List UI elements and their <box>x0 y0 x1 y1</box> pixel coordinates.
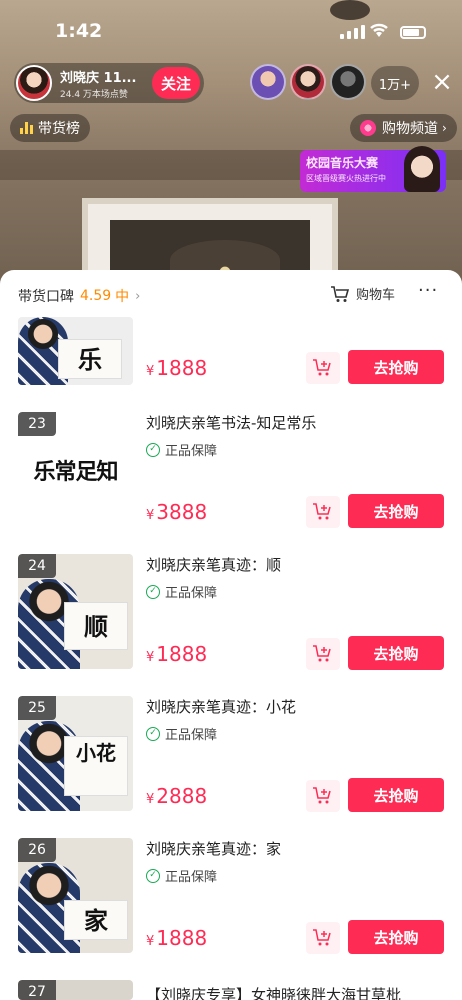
viewer-count[interactable]: 1万+ <box>371 66 419 100</box>
viewer-avatar[interactable] <box>250 64 286 100</box>
authenticity-guarantee: ✓ 正品保障 <box>146 582 217 601</box>
add-cart-icon <box>313 645 331 662</box>
add-to-cart-button[interactable] <box>306 496 340 528</box>
host-name: 刘晓庆 11... <box>60 70 137 86</box>
calligraphy-paper: 家 <box>64 900 128 940</box>
shopping-channel-icon <box>360 120 376 136</box>
rank-label: 带货榜 <box>38 121 80 137</box>
add-cart-icon <box>313 787 331 804</box>
product-item[interactable]: 27 【刘晓庆专享】女神晓徕胖大海甘草枇 <box>0 980 462 1000</box>
product-item[interactable]: 26 家 刘晓庆亲笔真迹：家 ✓ 正品保障 ¥1888 去抢购 <box>0 838 462 978</box>
calligraphy-paper: 顺 <box>64 602 128 650</box>
product-title[interactable]: 刘晓庆亲笔真迹：小花 <box>146 696 296 717</box>
product-title[interactable]: 刘晓庆亲笔书法-知足常乐 <box>146 412 316 433</box>
add-cart-icon <box>313 503 331 520</box>
status-bar: 1:42 <box>0 0 462 60</box>
check-circle-icon: ✓ <box>146 726 160 741</box>
product-sheet[interactable]: 带货口碑 4.59 中 › 购物车 ··· 乐 ¥1888 去抢购 23 乐常足… <box>0 270 462 1000</box>
product-price: ¥1888 <box>146 642 208 666</box>
check-circle-icon: ✓ <box>146 584 160 599</box>
authenticity-guarantee: ✓ 正品保障 <box>146 440 217 459</box>
authenticity-guarantee: ✓ 正品保障 <box>146 866 217 885</box>
sales-rank-chip[interactable]: 带货榜 <box>10 114 90 142</box>
product-item[interactable]: 25 小花 刘晓庆亲笔真迹：小花 ✓ 正品保障 ¥2888 去抢购 <box>0 696 462 836</box>
close-icon[interactable]: × <box>428 68 456 96</box>
host-avatar[interactable] <box>16 65 52 101</box>
host-info[interactable]: 刘晓庆 11... 24.4 万本场点赞 关注 <box>14 63 204 103</box>
signal-icon <box>340 25 365 39</box>
product-number: 25 <box>18 696 56 720</box>
product-thumbnail[interactable]: 23 乐常足知 <box>18 412 133 527</box>
buy-now-button[interactable]: 去抢购 <box>348 778 444 812</box>
buy-now-button[interactable]: 去抢购 <box>348 494 444 528</box>
product-price: ¥1888 <box>146 356 208 380</box>
product-title[interactable]: 刘晓庆亲笔真迹：顺 <box>146 554 281 575</box>
product-title[interactable]: 刘晓庆亲笔真迹：家 <box>146 838 281 859</box>
music-contest-banner[interactable]: 校园音乐大赛 区域晋级赛火热进行中 <box>300 146 446 192</box>
check-circle-icon: ✓ <box>146 868 160 883</box>
calligraphy-paper: 乐 <box>58 339 122 379</box>
add-cart-icon <box>313 929 331 946</box>
product-item[interactable]: 乐 ¥1888 去抢购 <box>0 270 462 410</box>
check-circle-icon: ✓ <box>146 442 160 457</box>
authenticity-guarantee: ✓ 正品保障 <box>146 724 217 743</box>
top-viewers[interactable] <box>250 64 366 100</box>
viewer-avatar[interactable] <box>330 64 366 100</box>
status-time: 1:42 <box>55 20 103 42</box>
product-thumbnail[interactable]: 27 <box>18 980 133 1000</box>
add-cart-icon <box>313 359 331 376</box>
add-to-cart-button[interactable] <box>306 638 340 670</box>
product-item[interactable]: 23 乐常足知 刘晓庆亲笔书法-知足常乐 ✓ 正品保障 ¥3888 去抢购 <box>0 412 462 552</box>
banner-portrait <box>404 146 440 192</box>
product-thumbnail[interactable]: 乐 <box>18 317 133 385</box>
product-item[interactable]: 24 顺 刘晓庆亲笔真迹：顺 ✓ 正品保障 ¥1888 去抢购 <box>0 554 462 694</box>
product-thumbnail[interactable]: 24 顺 <box>18 554 133 669</box>
viewer-avatar[interactable] <box>290 64 326 100</box>
buy-now-button[interactable]: 去抢购 <box>348 350 444 384</box>
follow-button[interactable]: 关注 <box>152 67 200 99</box>
host-likes: 24.4 万本场点赞 <box>60 89 128 100</box>
calligraphy-paper: 小花 <box>64 736 128 796</box>
product-price: ¥1888 <box>146 926 208 950</box>
wifi-icon <box>370 23 388 37</box>
shopping-channel-chip[interactable]: 购物频道 › <box>350 114 457 142</box>
add-to-cart-button[interactable] <box>306 780 340 812</box>
buy-now-button[interactable]: 去抢购 <box>348 636 444 670</box>
product-number: 27 <box>18 980 56 1000</box>
add-to-cart-button[interactable] <box>306 352 340 384</box>
product-number: 26 <box>18 838 56 862</box>
chevron-right-icon: › <box>442 121 447 135</box>
shopping-channel-label: 购物频道 <box>382 121 438 137</box>
product-title[interactable]: 【刘晓庆专享】女神晓徕胖大海甘草枇 <box>146 984 446 1000</box>
add-to-cart-button[interactable] <box>306 922 340 954</box>
product-number: 24 <box>18 554 56 578</box>
calligraphy-scroll: 乐常足知 <box>33 459 118 485</box>
product-thumbnail[interactable]: 26 家 <box>18 838 133 953</box>
battery-icon <box>400 26 426 39</box>
rank-bars-icon <box>20 122 33 134</box>
product-number: 23 <box>18 412 56 436</box>
product-price: ¥3888 <box>146 500 208 524</box>
buy-now-button[interactable]: 去抢购 <box>348 920 444 954</box>
product-price: ¥2888 <box>146 784 208 808</box>
product-thumbnail[interactable]: 25 小花 <box>18 696 133 811</box>
